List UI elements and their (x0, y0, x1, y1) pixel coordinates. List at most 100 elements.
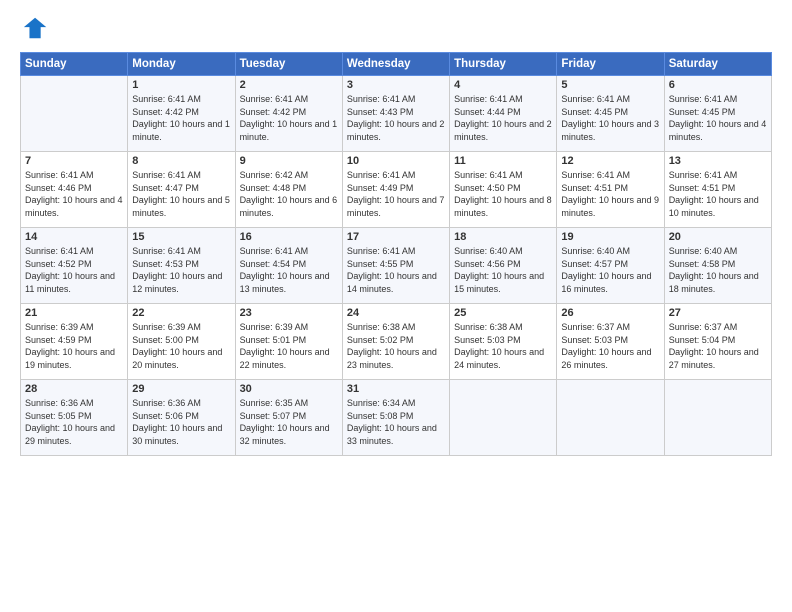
calendar-table: SundayMondayTuesdayWednesdayThursdayFrid… (20, 52, 772, 456)
day-info: Sunrise: 6:38 AMSunset: 5:02 PMDaylight:… (347, 321, 445, 371)
day-number: 13 (669, 155, 767, 167)
col-header-thursday: Thursday (450, 53, 557, 76)
day-info: Sunrise: 6:40 AMSunset: 4:57 PMDaylight:… (561, 245, 659, 295)
day-info: Sunrise: 6:38 AMSunset: 5:03 PMDaylight:… (454, 321, 552, 371)
day-number: 9 (240, 155, 338, 167)
calendar-cell: 27Sunrise: 6:37 AMSunset: 5:04 PMDayligh… (664, 304, 771, 380)
calendar-cell: 21 Sunrise: 6:39 AMSunset: 4:59 PMDayligh… (21, 304, 128, 380)
calendar-cell: 29 Sunrise: 6:36 AMSunset: 5:06 PMDayligh… (128, 380, 235, 456)
col-header-saturday: Saturday (664, 53, 771, 76)
calendar-cell: 3 Sunrise: 6:41 AMSunset: 4:43 PMDaylight… (342, 76, 449, 152)
day-number: 1 (132, 79, 230, 91)
calendar-cell: 28Sunrise: 6:36 AMSunset: 5:05 PMDayligh… (21, 380, 128, 456)
calendar-cell: 7 Sunrise: 6:41 AMSunset: 4:46 PMDaylight… (21, 152, 128, 228)
day-info: Sunrise: 6:41 AMSunset: 4:54 PMDaylight:… (240, 245, 338, 295)
day-number: 17 (347, 231, 445, 243)
day-number: 27 (669, 307, 767, 319)
day-info: Sunrise: 6:40 AMSunset: 4:56 PMDaylight:… (454, 245, 552, 295)
col-header-wednesday: Wednesday (342, 53, 449, 76)
calendar-cell: 19 Sunrise: 6:40 AMSunset: 4:57 PMDayligh… (557, 228, 664, 304)
week-row-2: 14 Sunrise: 6:41 AMSunset: 4:52 PMDayligh… (21, 228, 772, 304)
calendar-cell: 12 Sunrise: 6:41 AMSunset: 4:51 PMDayligh… (557, 152, 664, 228)
calendar-cell: 4 Sunrise: 6:41 AMSunset: 4:44 PMDaylight… (450, 76, 557, 152)
calendar-cell: 6Sunrise: 6:41 AMSunset: 4:45 PMDaylight… (664, 76, 771, 152)
day-number: 19 (561, 231, 659, 243)
day-info: Sunrise: 6:39 AMSunset: 5:01 PMDaylight:… (240, 321, 338, 371)
day-number: 16 (240, 231, 338, 243)
day-info: Sunrise: 6:41 AMSunset: 4:51 PMDaylight:… (561, 169, 659, 219)
day-number: 23 (240, 307, 338, 319)
calendar-cell: 25 Sunrise: 6:38 AMSunset: 5:03 PMDayligh… (450, 304, 557, 380)
day-number: 3 (347, 79, 445, 91)
week-row-0: 1 Sunrise: 6:41 AMSunset: 4:42 PMDaylight… (21, 76, 772, 152)
day-info: Sunrise: 6:41 AMSunset: 4:49 PMDaylight:… (347, 169, 445, 219)
day-info: Sunrise: 6:36 AMSunset: 5:06 PMDaylight:… (132, 397, 230, 447)
day-number: 12 (561, 155, 659, 167)
day-number: 7 (25, 155, 123, 167)
calendar-cell: 31Sunrise: 6:34 AMSunset: 5:08 PMDayligh… (342, 380, 449, 456)
day-info: Sunrise: 6:41 AMSunset: 4:51 PMDaylight:… (669, 169, 767, 219)
day-number: 11 (454, 155, 552, 167)
day-number: 20 (669, 231, 767, 243)
day-info: Sunrise: 6:40 AMSunset: 4:58 PMDaylight:… (669, 245, 767, 295)
day-number: 30 (240, 383, 338, 395)
day-info: Sunrise: 6:39 AMSunset: 4:59 PMDaylight:… (25, 321, 123, 371)
day-number: 6 (669, 79, 767, 91)
week-row-1: 7 Sunrise: 6:41 AMSunset: 4:46 PMDaylight… (21, 152, 772, 228)
col-header-friday: Friday (557, 53, 664, 76)
week-row-3: 21 Sunrise: 6:39 AMSunset: 4:59 PMDayligh… (21, 304, 772, 380)
day-number: 15 (132, 231, 230, 243)
day-number: 29 (132, 383, 230, 395)
day-info: Sunrise: 6:41 AMSunset: 4:50 PMDaylight:… (454, 169, 552, 219)
calendar-cell: 26Sunrise: 6:37 AMSunset: 5:03 PMDayligh… (557, 304, 664, 380)
calendar-cell: 14 Sunrise: 6:41 AMSunset: 4:52 PMDayligh… (21, 228, 128, 304)
calendar-cell: 9 Sunrise: 6:42 AMSunset: 4:48 PMDaylight… (235, 152, 342, 228)
header (20, 18, 772, 42)
day-number: 2 (240, 79, 338, 91)
day-info: Sunrise: 6:41 AMSunset: 4:45 PMDaylight:… (561, 93, 659, 143)
day-info: Sunrise: 6:41 AMSunset: 4:53 PMDaylight:… (132, 245, 230, 295)
header-row: SundayMondayTuesdayWednesdayThursdayFrid… (21, 53, 772, 76)
calendar-cell: 20 Sunrise: 6:40 AMSunset: 4:58 PMDayligh… (664, 228, 771, 304)
calendar-cell: 15 Sunrise: 6:41 AMSunset: 4:53 PMDayligh… (128, 228, 235, 304)
day-number: 21 (25, 307, 123, 319)
page: SundayMondayTuesdayWednesdayThursdayFrid… (0, 0, 792, 612)
calendar-cell: 1 Sunrise: 6:41 AMSunset: 4:42 PMDaylight… (128, 76, 235, 152)
day-number: 31 (347, 383, 445, 395)
col-header-monday: Monday (128, 53, 235, 76)
calendar-cell (664, 380, 771, 456)
day-info: Sunrise: 6:41 AMSunset: 4:47 PMDaylight:… (132, 169, 230, 219)
calendar-cell (557, 380, 664, 456)
calendar-cell: 8 Sunrise: 6:41 AMSunset: 4:47 PMDaylight… (128, 152, 235, 228)
day-info: Sunrise: 6:35 AMSunset: 5:07 PMDaylight:… (240, 397, 338, 447)
day-number: 4 (454, 79, 552, 91)
day-info: Sunrise: 6:42 AMSunset: 4:48 PMDaylight:… (240, 169, 338, 219)
day-info: Sunrise: 6:41 AMSunset: 4:44 PMDaylight:… (454, 93, 552, 143)
day-info: Sunrise: 6:41 AMSunset: 4:52 PMDaylight:… (25, 245, 123, 295)
day-number: 24 (347, 307, 445, 319)
day-number: 14 (25, 231, 123, 243)
col-header-sunday: Sunday (21, 53, 128, 76)
day-number: 25 (454, 307, 552, 319)
calendar-cell: 13 Sunrise: 6:41 AMSunset: 4:51 PMDayligh… (664, 152, 771, 228)
week-row-4: 28Sunrise: 6:36 AMSunset: 5:05 PMDayligh… (21, 380, 772, 456)
calendar-cell: 24 Sunrise: 6:38 AMSunset: 5:02 PMDayligh… (342, 304, 449, 380)
day-info: Sunrise: 6:41 AMSunset: 4:42 PMDaylight:… (132, 93, 230, 143)
calendar-cell: 10Sunrise: 6:41 AMSunset: 4:49 PMDayligh… (342, 152, 449, 228)
calendar-cell: 2 Sunrise: 6:41 AMSunset: 4:42 PMDaylight… (235, 76, 342, 152)
calendar-cell: 23 Sunrise: 6:39 AMSunset: 5:01 PMDayligh… (235, 304, 342, 380)
day-number: 18 (454, 231, 552, 243)
day-info: Sunrise: 6:39 AMSunset: 5:00 PMDaylight:… (132, 321, 230, 371)
day-info: Sunrise: 6:41 AMSunset: 4:43 PMDaylight:… (347, 93, 445, 143)
day-number: 8 (132, 155, 230, 167)
day-info: Sunrise: 6:41 AMSunset: 4:42 PMDaylight:… (240, 93, 338, 143)
calendar-cell: 22Sunrise: 6:39 AMSunset: 5:00 PMDayligh… (128, 304, 235, 380)
logo (20, 18, 50, 42)
day-info: Sunrise: 6:41 AMSunset: 4:46 PMDaylight:… (25, 169, 123, 219)
calendar-cell: 30 Sunrise: 6:35 AMSunset: 5:07 PMDayligh… (235, 380, 342, 456)
calendar-cell (21, 76, 128, 152)
day-info: Sunrise: 6:37 AMSunset: 5:03 PMDaylight:… (561, 321, 659, 371)
day-info: Sunrise: 6:41 AMSunset: 4:55 PMDaylight:… (347, 245, 445, 295)
logo-icon (22, 14, 50, 42)
calendar-cell: 17 Sunrise: 6:41 AMSunset: 4:55 PMDayligh… (342, 228, 449, 304)
